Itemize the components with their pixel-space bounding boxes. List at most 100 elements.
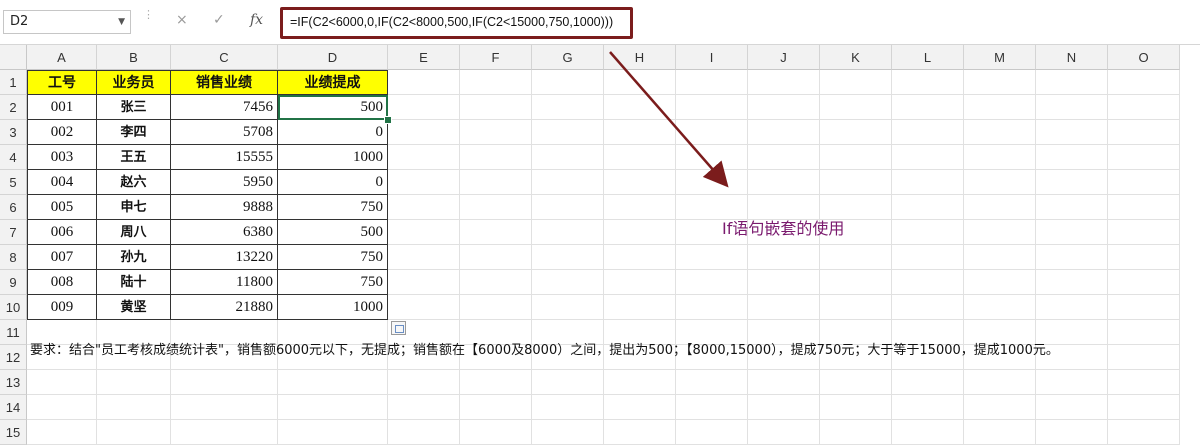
cell-l4[interactable] [892,145,964,170]
column-header-f[interactable]: F [460,45,532,70]
cell-o6[interactable] [1108,195,1180,220]
cell-n10[interactable] [1036,295,1108,320]
cell-m7[interactable] [964,220,1036,245]
cancel-icon[interactable]: × [176,12,188,28]
cell-f2[interactable] [460,95,532,120]
cell-g2[interactable] [532,95,604,120]
cell-c9[interactable]: 11800 [171,270,278,295]
cell-b8[interactable]: 孙九 [97,245,171,270]
cell-f13[interactable] [460,370,532,395]
cell-k3[interactable] [820,120,892,145]
cell-o11[interactable] [1108,320,1180,345]
cell-i2[interactable] [676,95,748,120]
cell-g14[interactable] [532,395,604,420]
cell-a14[interactable] [27,395,97,420]
fill-handle[interactable] [384,116,392,124]
cell-m3[interactable] [964,120,1036,145]
column-header-b[interactable]: B [97,45,171,70]
cell-g13[interactable] [532,370,604,395]
row-header-10[interactable]: 10 [0,295,27,320]
cell-c1[interactable]: 销售业绩 [171,70,278,95]
cell-c14[interactable] [171,395,278,420]
cell-d6[interactable]: 750 [278,195,388,220]
cell-e3[interactable] [388,120,460,145]
row-header-4[interactable]: 4 [0,145,27,170]
cell-e10[interactable] [388,295,460,320]
cell-l8[interactable] [892,245,964,270]
column-header-i[interactable]: I [676,45,748,70]
cell-h5[interactable] [604,170,676,195]
cell-l1[interactable] [892,70,964,95]
column-header-n[interactable]: N [1036,45,1108,70]
cell-n15[interactable] [1036,420,1108,445]
cell-j15[interactable] [748,420,820,445]
column-header-j[interactable]: J [748,45,820,70]
cell-h4[interactable] [604,145,676,170]
cell-j9[interactable] [748,270,820,295]
cell-n4[interactable] [1036,145,1108,170]
cell-j8[interactable] [748,245,820,270]
cell-h7[interactable] [604,220,676,245]
cell-a6[interactable]: 005 [27,195,97,220]
cell-h13[interactable] [604,370,676,395]
cell-n1[interactable] [1036,70,1108,95]
cell-e7[interactable] [388,220,460,245]
row-header-11[interactable]: 11 [0,320,27,345]
cell-j13[interactable] [748,370,820,395]
cell-e15[interactable] [388,420,460,445]
cell-c5[interactable]: 5950 [171,170,278,195]
cell-b4[interactable]: 王五 [97,145,171,170]
column-header-c[interactable]: C [171,45,278,70]
cell-a15[interactable] [27,420,97,445]
cell-g3[interactable] [532,120,604,145]
cell-d2[interactable]: 500 [278,95,388,120]
cell-l6[interactable] [892,195,964,220]
cell-a1[interactable]: 工号 [27,70,97,95]
cell-m6[interactable] [964,195,1036,220]
cell-g5[interactable] [532,170,604,195]
grip-icon[interactable]: ⋮ [143,9,154,32]
cell-d4[interactable]: 1000 [278,145,388,170]
cell-h15[interactable] [604,420,676,445]
cell-f5[interactable] [460,170,532,195]
cell-c6[interactable]: 9888 [171,195,278,220]
cell-c2[interactable]: 7456 [171,95,278,120]
cell-g10[interactable] [532,295,604,320]
cell-e2[interactable] [388,95,460,120]
cell-k1[interactable] [820,70,892,95]
chevron-down-icon[interactable]: ▼ [118,17,125,27]
cell-c10[interactable]: 21880 [171,295,278,320]
cell-k14[interactable] [820,395,892,420]
cell-l3[interactable] [892,120,964,145]
cell-a5[interactable]: 004 [27,170,97,195]
cell-a13[interactable] [27,370,97,395]
cell-f6[interactable] [460,195,532,220]
cell-h2[interactable] [604,95,676,120]
cell-o4[interactable] [1108,145,1180,170]
cell-l14[interactable] [892,395,964,420]
cell-i13[interactable] [676,370,748,395]
cell-d15[interactable] [278,420,388,445]
cell-f1[interactable] [460,70,532,95]
cell-l2[interactable] [892,95,964,120]
cell-o14[interactable] [1108,395,1180,420]
cell-l5[interactable] [892,170,964,195]
cell-d1[interactable]: 业绩提成 [278,70,388,95]
cell-h14[interactable] [604,395,676,420]
column-header-h[interactable]: H [604,45,676,70]
cell-d13[interactable] [278,370,388,395]
row-header-5[interactable]: 5 [0,170,27,195]
cell-f9[interactable] [460,270,532,295]
row-header-6[interactable]: 6 [0,195,27,220]
cell-n7[interactable] [1036,220,1108,245]
cell-o9[interactable] [1108,270,1180,295]
cell-f15[interactable] [460,420,532,445]
cell-j5[interactable] [748,170,820,195]
cell-h8[interactable] [604,245,676,270]
cell-h10[interactable] [604,295,676,320]
cell-a4[interactable]: 003 [27,145,97,170]
column-header-a[interactable]: A [27,45,97,70]
cell-a2[interactable]: 001 [27,95,97,120]
cell-k15[interactable] [820,420,892,445]
cell-k5[interactable] [820,170,892,195]
